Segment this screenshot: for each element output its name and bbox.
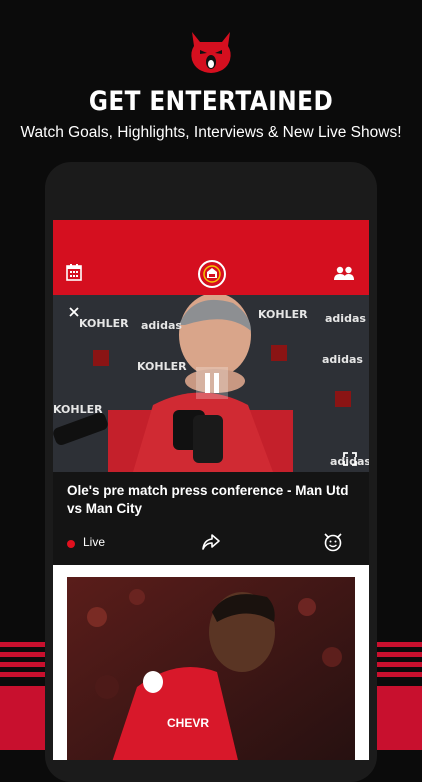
pause-button[interactable] xyxy=(196,367,228,399)
sponsor-text: KOHLER xyxy=(79,317,129,330)
users-icon[interactable] xyxy=(333,266,355,286)
close-icon[interactable] xyxy=(67,305,81,324)
devil-logo-icon xyxy=(186,28,236,76)
sponsor-text: adidas xyxy=(322,353,363,366)
video-title[interactable]: Ole's pre match press conference - Man U… xyxy=(67,482,357,518)
promo-subline: Watch Goals, Highlights, Interviews & Ne… xyxy=(20,124,402,141)
devil-emoji-icon[interactable] xyxy=(323,532,343,557)
sponsor-text: KOHLER xyxy=(53,403,103,416)
sponsor-text: KOHLER xyxy=(258,308,308,321)
sponsor-text: adidas xyxy=(141,319,182,332)
player-photo: CHEVR xyxy=(67,577,355,760)
pause-icon xyxy=(205,373,219,393)
share-icon[interactable] xyxy=(201,533,221,556)
svg-text:CHEVR: CHEVR xyxy=(167,716,209,730)
card-meta-row: Live xyxy=(53,530,369,560)
club-crest-icon[interactable] xyxy=(198,260,226,293)
fullscreen-icon[interactable] xyxy=(343,452,357,471)
video-player[interactable]: KOHLER adidas KOHLER adidas KOHLER adida… xyxy=(53,295,369,472)
calendar-icon[interactable] xyxy=(66,264,82,286)
app-screen: KOHLER adidas KOHLER adidas KOHLER adida… xyxy=(53,220,369,760)
live-label: Live xyxy=(83,535,106,549)
app-header xyxy=(53,220,369,295)
sponsor-text: adidas xyxy=(325,312,366,325)
sponsor-text: KOHLER xyxy=(137,360,187,373)
live-indicator-dot xyxy=(67,540,75,548)
news-card[interactable]: CHEVR xyxy=(53,565,369,760)
promo-headline: GET ENTERTAINED xyxy=(88,86,334,117)
